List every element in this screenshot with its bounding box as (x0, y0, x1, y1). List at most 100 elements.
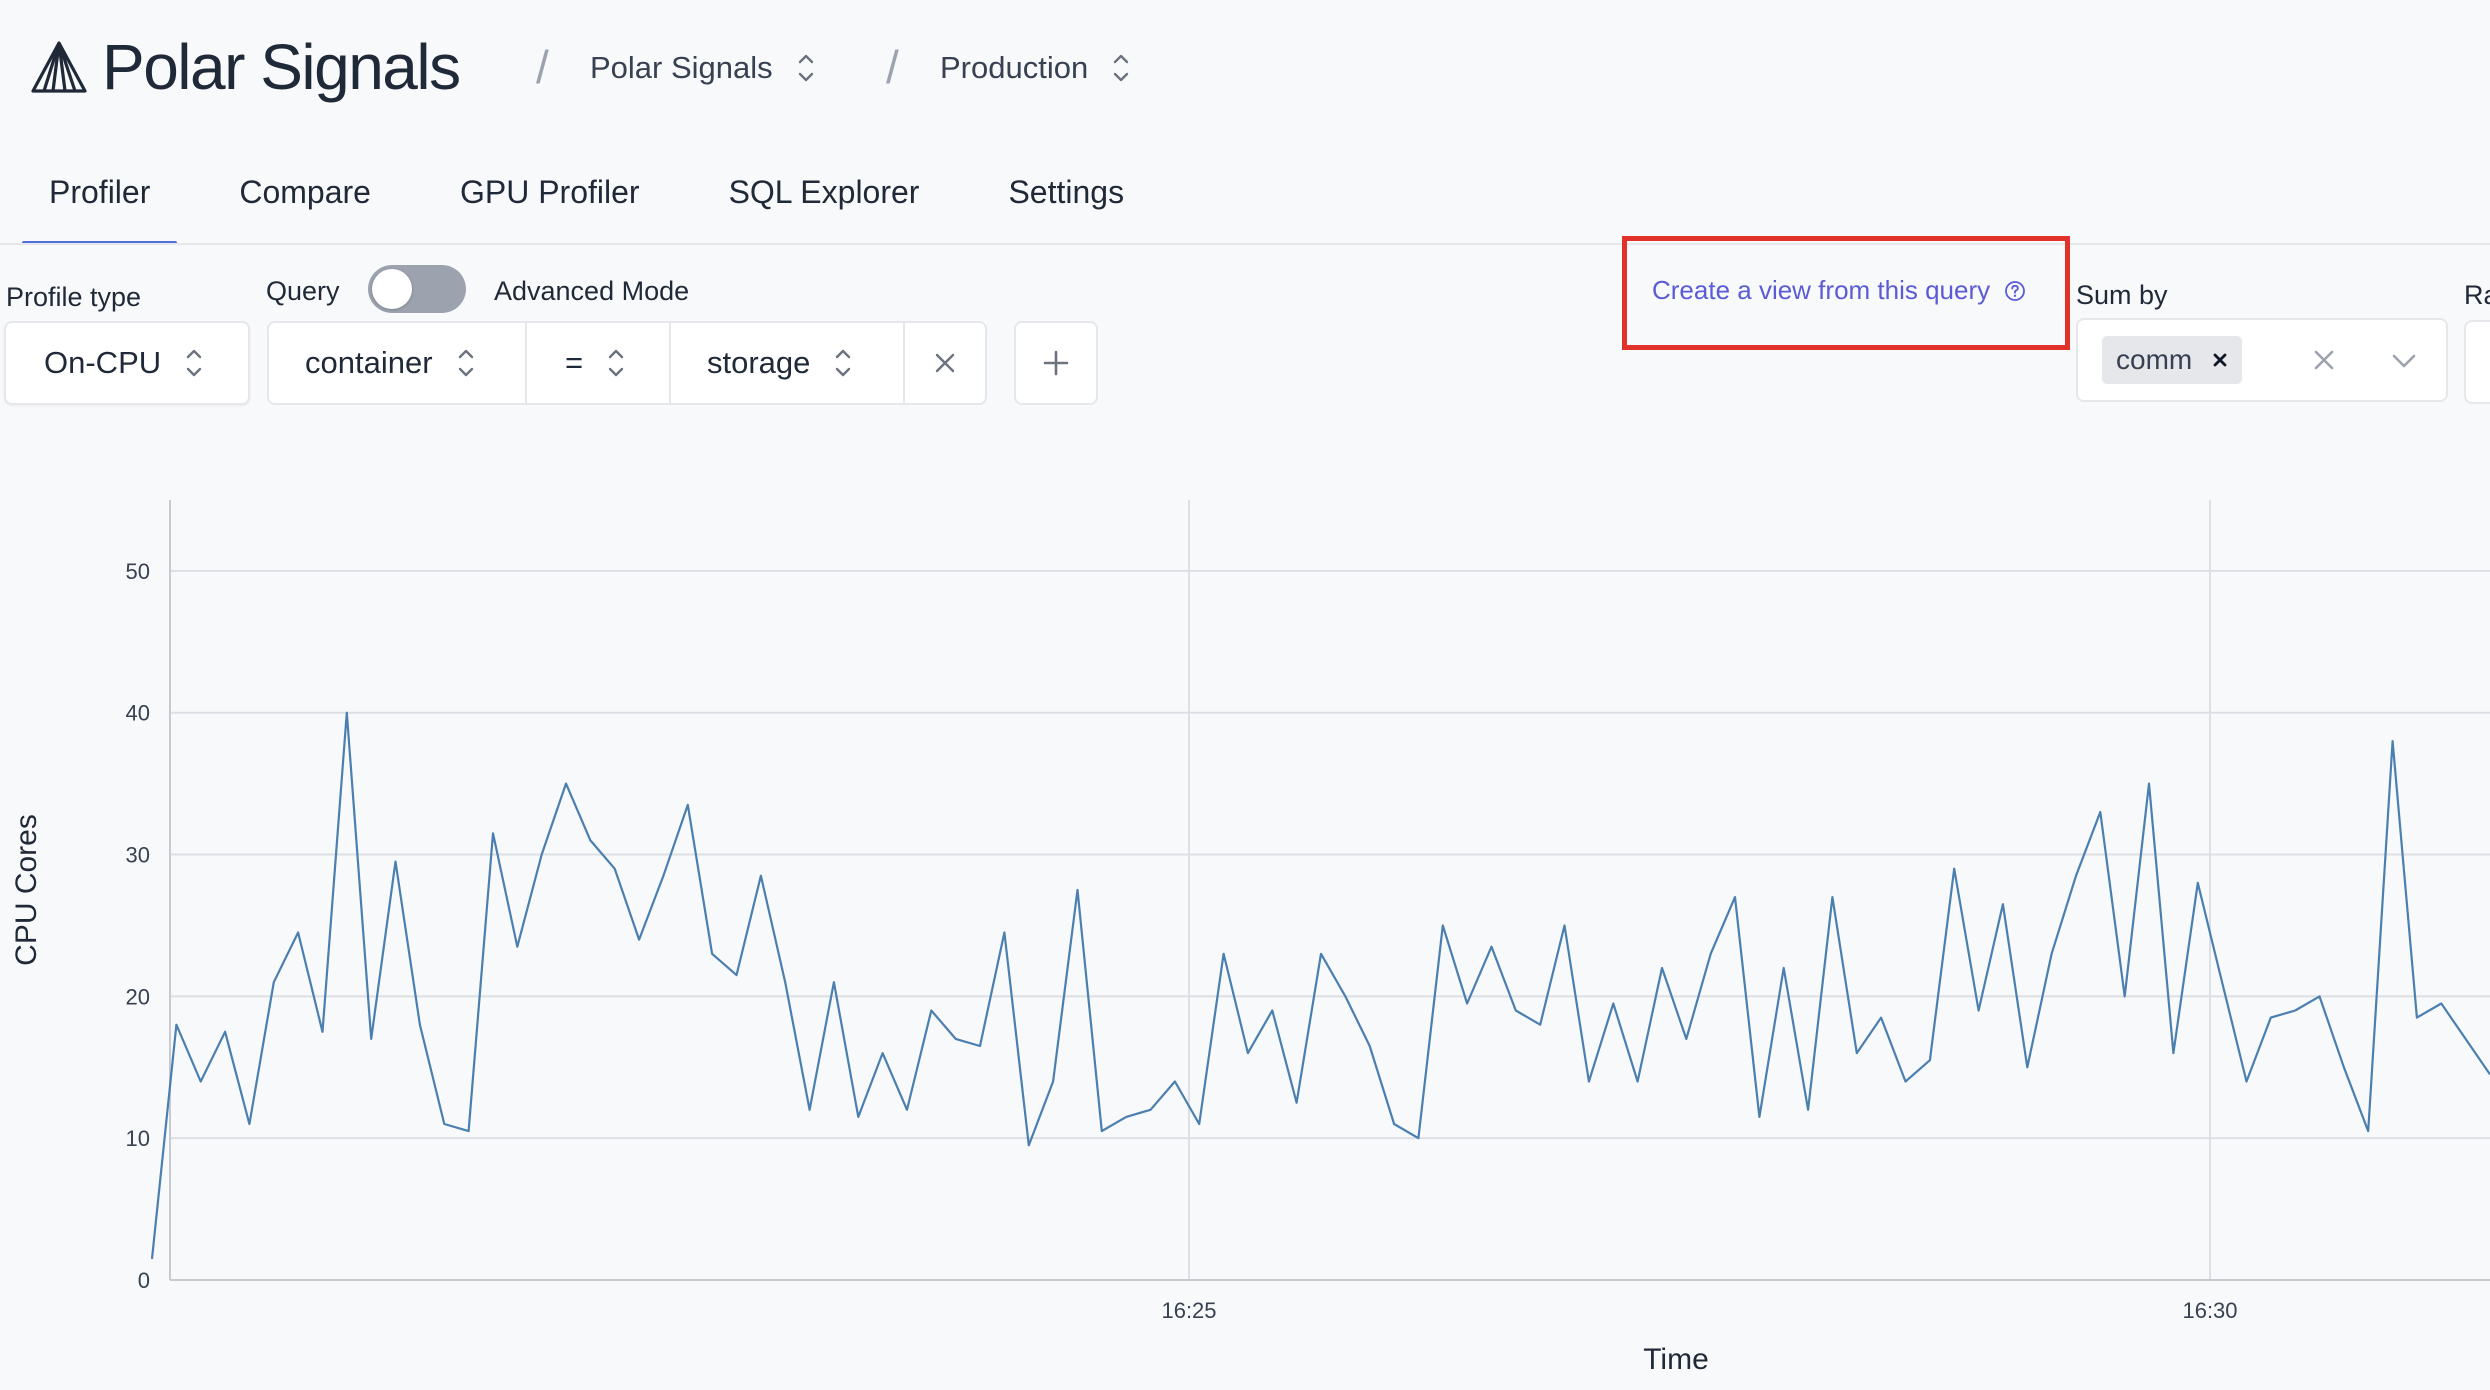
label-value-value: storage (707, 345, 811, 380)
breadcrumb-org-label: Polar Signals (590, 50, 773, 85)
data-point (1466, 1003, 1468, 1004)
label-value-select[interactable]: storage (669, 321, 905, 405)
y-tick-label: 50 (126, 559, 150, 584)
data-point (833, 981, 835, 983)
breadcrumb-project-selector[interactable]: Production (940, 48, 1132, 88)
truncated-control[interactable] (2464, 320, 2490, 404)
data-point (297, 932, 299, 933)
breadcrumb-project-label: Production (940, 50, 1089, 85)
tab-gpu-profiler[interactable]: GPU Profiler (433, 168, 667, 245)
create-view-link[interactable]: Create a view from this query (1652, 275, 2026, 306)
data-point (200, 1081, 202, 1082)
operator-select[interactable]: = (525, 321, 671, 405)
data-point (1564, 925, 1565, 926)
tab-profiler[interactable]: Profiler (22, 168, 178, 245)
clear-icon[interactable] (2312, 348, 2336, 372)
data-point (1223, 953, 1225, 955)
data-point (857, 1116, 859, 1118)
sum-by-tag: comm (2102, 336, 2243, 384)
data-point (443, 1123, 445, 1125)
add-filter-button[interactable] (1014, 321, 1098, 405)
data-point (638, 939, 640, 941)
data-point (565, 783, 567, 785)
data-point (346, 712, 348, 714)
data-point (1612, 1003, 1614, 1004)
question-circle-icon (2005, 280, 2026, 301)
data-point (784, 981, 786, 983)
main-tabs: Profiler Compare GPU Profiler SQL Explor… (22, 168, 1186, 245)
brand-logo[interactable]: Polar Signals (30, 30, 461, 104)
data-point (589, 839, 591, 841)
data-point (2124, 995, 2126, 997)
data-point (1880, 1017, 1882, 1019)
data-point (1710, 953, 1712, 955)
data-point (1174, 1081, 1176, 1082)
polar-signals-logo-icon (31, 41, 87, 93)
data-point (1831, 896, 1833, 898)
remove-filter-button[interactable] (903, 321, 987, 405)
y-axis-label: CPU Cores (10, 814, 43, 966)
chevron-up-down-icon (186, 349, 202, 377)
brand-name: Polar Signals (102, 31, 461, 103)
data-point (2246, 1081, 2247, 1082)
cpu-cores-chart: 0 10 20 30 40 50 16:25 16:30 CPU Cores Time (10, 500, 2490, 1376)
data-point (1417, 1137, 1419, 1139)
toggle-knob (372, 269, 412, 309)
data-point (492, 832, 494, 834)
sum-by-tag-label: comm (2116, 344, 2193, 375)
data-point (2197, 882, 2199, 884)
x-axis-label: Time (1643, 1343, 1709, 1376)
truncated-label: Ra (2464, 280, 2490, 310)
data-point (516, 946, 518, 948)
chevron-up-down-icon (458, 349, 473, 377)
close-icon (935, 353, 955, 373)
series-line (150, 711, 2490, 1259)
advanced-mode-toggle[interactable] (368, 265, 466, 313)
y-tick-label: 20 (126, 984, 150, 1009)
sum-by-select[interactable]: comm (2076, 318, 2448, 402)
data-point (2367, 1130, 2369, 1132)
data-point (1296, 1102, 1298, 1104)
profile-type-value: On-CPU (44, 345, 162, 380)
tab-sql-explorer[interactable]: SQL Explorer (702, 168, 947, 245)
data-point (224, 1031, 226, 1033)
sum-by-label: Sum by (2076, 280, 2168, 310)
data-point (419, 1024, 421, 1026)
data-point (1783, 967, 1785, 969)
data-point (2416, 1017, 2418, 1019)
data-point (1125, 1116, 1127, 1118)
data-point (1320, 953, 1322, 955)
profile-type-select[interactable]: On-CPU (4, 321, 250, 405)
data-point (2392, 740, 2394, 742)
breadcrumb-org-selector[interactable]: Polar Signals (590, 48, 817, 88)
advanced-mode-label: Advanced Mode (494, 276, 690, 306)
tabs-divider (0, 243, 2490, 245)
data-point (809, 1109, 811, 1111)
x-tick-label: 16:25 (1161, 1298, 1216, 1323)
data-point (1442, 925, 1444, 926)
profile-type-label: Profile type (6, 282, 142, 312)
data-point (175, 1024, 177, 1026)
data-point (2343, 1066, 2345, 1068)
data-point (1052, 1081, 1054, 1082)
data-point (1588, 1081, 1590, 1082)
data-point (1198, 1123, 1200, 1125)
data-point (711, 953, 713, 955)
data-point (2099, 811, 2101, 813)
data-point (541, 854, 543, 855)
tab-compare[interactable]: Compare (212, 168, 398, 245)
chevron-down-icon[interactable] (2390, 352, 2418, 370)
data-point (1905, 1081, 1906, 1082)
data-point (906, 1109, 908, 1111)
label-key-value: container (305, 345, 433, 380)
data-point (662, 875, 664, 877)
data-point (882, 1052, 884, 1054)
x-tick-label: 16:30 (2182, 1298, 2237, 1323)
label-key-select[interactable]: container (267, 321, 527, 405)
operator-value: = (565, 345, 584, 380)
data-point (395, 861, 396, 863)
remove-tag-icon[interactable] (2212, 352, 2228, 368)
y-tick-label: 0 (138, 1268, 150, 1293)
tab-settings[interactable]: Settings (981, 168, 1151, 245)
data-point (1661, 967, 1663, 969)
